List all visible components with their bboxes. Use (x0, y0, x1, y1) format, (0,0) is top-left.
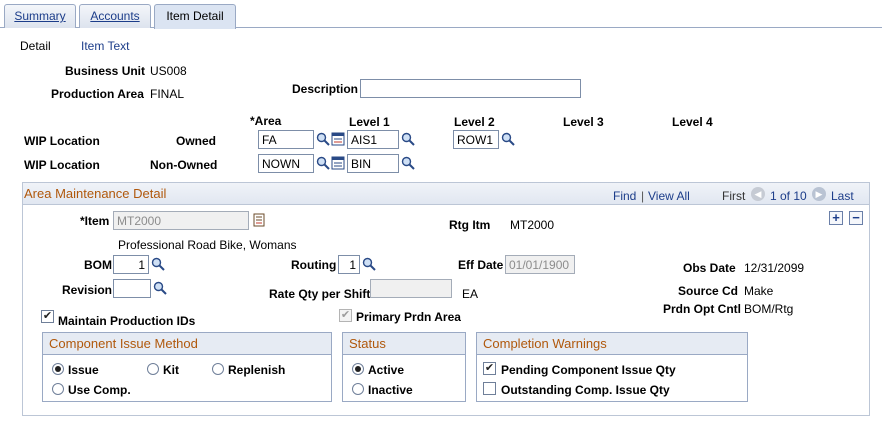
level1-column-header: Level 1 (349, 115, 390, 129)
completion-warnings-title: Completion Warnings (477, 333, 747, 355)
item-description: Professional Road Bike, Womans (118, 238, 297, 252)
owned-level2-input[interactable] (453, 130, 499, 149)
business-unit-label: Business Unit (65, 64, 146, 78)
active-label: Active (368, 363, 405, 377)
subtab-item-text[interactable]: Item Text (81, 39, 129, 53)
level1-lookup-icon[interactable] (401, 132, 415, 146)
description-input[interactable] (360, 79, 581, 98)
first-label: First (722, 189, 746, 203)
owned-level1-input[interactable] (347, 130, 399, 149)
routing-label: Routing (291, 258, 337, 272)
prdn-opt-value: BOM/Rtg (744, 302, 794, 316)
primary-prdn-area-label: Primary Prdn Area (356, 310, 461, 324)
prdn-opt-label: Prdn Opt Cntl (663, 302, 741, 316)
rate-uom: EA (462, 287, 479, 301)
source-cd-label: Source Cd (678, 284, 739, 298)
delete-row-icon[interactable]: − (849, 211, 863, 225)
eff-date-label: Eff Date (458, 258, 504, 272)
issue-label: Issue (68, 363, 99, 377)
outstanding-issue-qty-label: Outstanding Comp. Issue Qty (501, 383, 670, 397)
routing-input[interactable] (338, 255, 360, 274)
wip-owned-label: Owned (176, 134, 217, 148)
previous-arrow-icon: ◀ (751, 187, 765, 201)
revision-input[interactable] (113, 279, 151, 298)
maintain-production-ids-label: Maintain Production IDs (58, 314, 196, 328)
issue-radio[interactable] (52, 363, 64, 375)
find-link[interactable]: Find (613, 189, 636, 203)
add-row-icon[interactable]: + (829, 211, 843, 225)
level3-column-header: Level 3 (563, 115, 604, 129)
production-area-label: Production Area (51, 87, 144, 101)
wip-location-label: WIP Location (24, 158, 100, 172)
active-radio[interactable] (352, 363, 364, 375)
last-link[interactable]: Last (831, 189, 854, 203)
tab-item-detail[interactable]: Item Detail (154, 4, 236, 29)
production-area-value: FINAL (150, 87, 185, 101)
replenish-label: Replenish (228, 363, 286, 377)
pending-issue-qty-label: Pending Component Issue Qty (501, 363, 676, 377)
outstanding-issue-qty-checkbox[interactable] (483, 382, 496, 395)
wip-location-label: WIP Location (24, 134, 100, 148)
rate-qty-label: Rate Qty per Shift (269, 287, 371, 301)
pending-issue-qty-checkbox[interactable]: ✔ (483, 362, 496, 375)
primary-prdn-area-checkbox: ✔ (339, 309, 352, 322)
nav-separator: | (641, 189, 645, 203)
level1-lookup-icon[interactable] (401, 156, 415, 170)
business-unit-value: US008 (150, 64, 187, 78)
item-detail-icon[interactable] (252, 213, 266, 227)
area-column-header: *Area (250, 114, 282, 128)
use-comp-label: Use Comp. (68, 383, 131, 397)
non-owned-area-input[interactable] (258, 154, 314, 173)
component-issue-method-title: Component Issue Method (43, 333, 331, 355)
item-label: *Item (80, 214, 110, 228)
level2-column-header: Level 2 (454, 115, 495, 129)
bom-lookup-icon[interactable] (151, 257, 165, 271)
area-maintenance-title: Area Maintenance Detail (24, 186, 167, 201)
inactive-radio[interactable] (352, 383, 364, 395)
routing-lookup-icon[interactable] (362, 257, 376, 271)
bom-input[interactable] (113, 255, 149, 274)
item-input (113, 211, 249, 230)
source-cd-value: Make (744, 284, 774, 298)
kit-label: Kit (163, 363, 179, 377)
tab-summary[interactable]: Summary (4, 4, 76, 28)
replenish-radio[interactable] (212, 363, 224, 375)
level2-lookup-icon[interactable] (501, 132, 515, 146)
subtab-detail: Detail (20, 39, 51, 53)
non-owned-level1-input[interactable] (347, 154, 399, 173)
level4-column-header: Level 4 (672, 115, 713, 129)
use-comp-radio[interactable] (52, 383, 64, 395)
revision-label: Revision (62, 283, 113, 297)
bom-label: BOM (84, 258, 112, 272)
wip-non-owned-label: Non-Owned (150, 158, 218, 172)
location-detail-icon[interactable] (331, 132, 345, 146)
description-label: Description (292, 82, 359, 96)
status-title: Status (343, 333, 465, 355)
rtg-itm-value: MT2000 (510, 218, 555, 232)
rate-qty-input (370, 279, 452, 298)
kit-radio[interactable] (147, 363, 159, 375)
revision-lookup-icon[interactable] (153, 281, 167, 295)
rtg-itm-label: Rtg Itm (449, 218, 491, 232)
view-all-link[interactable]: View All (648, 189, 690, 203)
eff-date-input (505, 255, 575, 274)
maintain-production-ids-checkbox[interactable]: ✔ (41, 310, 54, 323)
location-detail-icon[interactable] (331, 156, 345, 170)
area-lookup-icon[interactable] (316, 156, 330, 170)
obs-date-value: 12/31/2099 (744, 261, 805, 275)
owned-area-input[interactable] (258, 130, 314, 149)
row-range: 1 of 10 (770, 189, 807, 203)
area-lookup-icon[interactable] (316, 132, 330, 146)
inactive-label: Inactive (368, 383, 413, 397)
obs-date-label: Obs Date (683, 261, 736, 275)
next-arrow-icon[interactable]: ▶ (812, 187, 826, 201)
tab-accounts[interactable]: Accounts (79, 4, 151, 28)
